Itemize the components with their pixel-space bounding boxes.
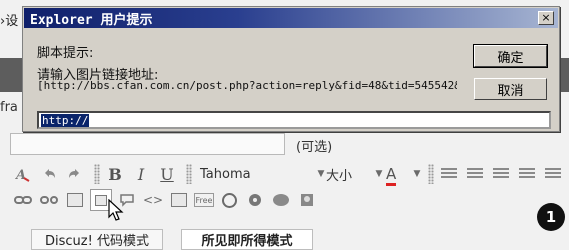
size-dropdown-arrow-icon[interactable]: ▼ bbox=[374, 163, 384, 185]
bold-button[interactable]: B bbox=[104, 163, 126, 185]
align-center-icon[interactable] bbox=[464, 163, 486, 185]
description-input[interactable] bbox=[10, 133, 285, 155]
image-icon[interactable] bbox=[64, 189, 86, 211]
prompt-url-hint: [http://bbs.cfan.com.cn/post.php?action=… bbox=[37, 79, 457, 92]
undo-icon[interactable] bbox=[38, 163, 60, 185]
page-left-fragment: fra bbox=[0, 100, 18, 115]
ok-button[interactable]: 确定 bbox=[473, 44, 548, 68]
smiley-icon[interactable] bbox=[296, 189, 318, 211]
editor-toolbar: A B I U Tahoma ▼ 大小 ▼ A ▼ <> Free bbox=[0, 162, 569, 222]
redo-icon[interactable] bbox=[64, 163, 86, 185]
toolbar-row-1: A B I U Tahoma ▼ 大小 ▼ A ▼ bbox=[12, 162, 569, 186]
toolbar-separator bbox=[94, 164, 100, 184]
unlink-icon[interactable] bbox=[38, 189, 60, 211]
svg-text:A: A bbox=[15, 168, 26, 182]
clear-format-icon[interactable]: A bbox=[12, 163, 34, 185]
explorer-prompt-dialog: Explorer 用户提示 × 脚本提示: 请输入图片链接地址: [http:/… bbox=[22, 6, 560, 132]
dialog-titlebar[interactable]: Explorer 用户提示 × bbox=[24, 8, 558, 28]
italic-button[interactable]: I bbox=[130, 163, 152, 185]
table-icon[interactable] bbox=[168, 189, 190, 211]
outdent-icon[interactable] bbox=[516, 163, 538, 185]
font-color-button[interactable]: A bbox=[386, 165, 412, 186]
align-right-icon[interactable] bbox=[490, 163, 512, 185]
screen: ›设 fra (可选) A B I U Tahoma ▼ 大小 ▼ A ▼ <>… bbox=[0, 0, 569, 250]
tab-discuz-code-mode[interactable]: Discuz! 代码模式 bbox=[31, 229, 163, 250]
tab-wysiwyg-mode[interactable]: 所见即所得模式 bbox=[181, 229, 313, 250]
audio-icon[interactable] bbox=[270, 189, 292, 211]
image-url-input[interactable]: http:// bbox=[37, 111, 551, 129]
flash-icon[interactable] bbox=[218, 189, 240, 211]
mouse-pointer-icon bbox=[108, 199, 124, 221]
toolbar-row-2: <> Free bbox=[12, 188, 322, 212]
optional-label: (可选) bbox=[296, 140, 333, 155]
free-icon[interactable]: Free bbox=[194, 193, 214, 207]
step-number-badge: 1 bbox=[537, 203, 565, 231]
script-prompt-label: 脚本提示: bbox=[37, 46, 94, 61]
dialog-title: Explorer 用户提示 bbox=[30, 12, 153, 28]
media-icon[interactable] bbox=[244, 189, 266, 211]
indent-icon[interactable] bbox=[542, 163, 564, 185]
font-dropdown-arrow-icon[interactable]: ▼ bbox=[316, 163, 326, 185]
align-left-icon[interactable] bbox=[438, 163, 460, 185]
toolbar-separator bbox=[428, 164, 434, 184]
font-color-letter: A bbox=[386, 165, 397, 186]
link-icon[interactable] bbox=[12, 189, 34, 211]
font-family-select[interactable]: Tahoma bbox=[196, 167, 312, 182]
code-icon[interactable]: <> bbox=[142, 189, 164, 211]
toolbar-separator bbox=[186, 164, 192, 184]
close-button[interactable]: × bbox=[538, 11, 554, 25]
page-fragment-text: ›设 bbox=[0, 14, 19, 29]
image-url-input-value: http:// bbox=[41, 113, 90, 127]
cancel-button[interactable]: 取消 bbox=[474, 78, 547, 100]
underline-button[interactable]: U bbox=[156, 163, 178, 185]
color-dropdown-arrow-icon[interactable]: ▼ bbox=[412, 163, 422, 185]
font-size-select[interactable]: 大小 bbox=[326, 165, 372, 184]
